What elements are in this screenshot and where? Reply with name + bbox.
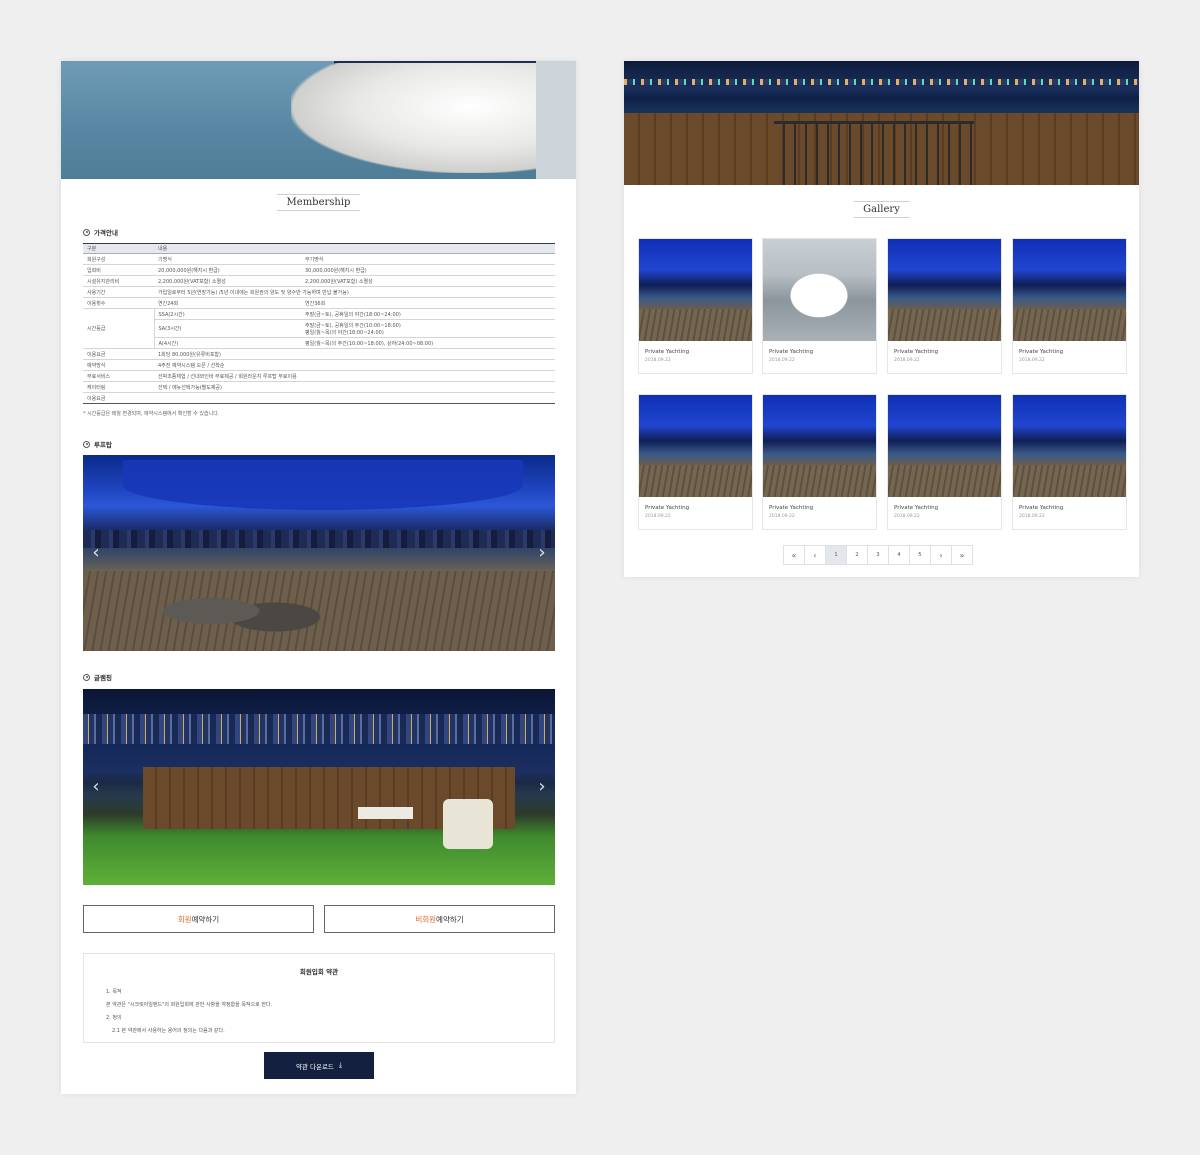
carousel-next-arrow-icon[interactable]: › bbox=[535, 543, 549, 563]
gallery-card-date: 2018.09.22 bbox=[894, 358, 920, 363]
table-row: A(4시간) 평일(월~목)의 주간(10:00~18:00), 상하(24:00… bbox=[83, 337, 555, 349]
glamping-carousel[interactable]: ‹ › bbox=[83, 689, 555, 885]
table-row: 사용기간 가입일로부터 5년(연장가능) /5년 이내에는 회원권의 양도 및 양… bbox=[83, 286, 555, 298]
glamping-section-heading: 글램핑 bbox=[83, 672, 112, 682]
night-deck-hero-image bbox=[624, 61, 1139, 185]
terms-text: 본 약관은 "시크릿아일랜드"의 회원입회에 관한 사항을 약정함을 목적으로 … bbox=[106, 1002, 273, 1008]
gallery-card-title: Private Yachting bbox=[645, 505, 690, 511]
gallery-card-title: Private Yachting bbox=[894, 349, 939, 355]
membership-title: Membership bbox=[276, 194, 361, 211]
gallery-card[interactable]: Private Yachting 2018.09.22 bbox=[887, 394, 1002, 530]
table-row: 무료서비스 선박조종체험 / 선내와인바 무료제공 / 회원라운지 루프탑 무료이… bbox=[83, 370, 555, 382]
carousel-prev-arrow-icon[interactable]: ‹ bbox=[89, 777, 103, 797]
table-row: 시간등급 SSA(2시간) 주말(금~토), 공휴일의 야간(18:00~24:0… bbox=[83, 308, 555, 349]
gallery-card[interactable]: Private Yachting 2018.09.22 bbox=[1012, 238, 1127, 374]
last-page-icon[interactable]: » bbox=[951, 545, 973, 565]
carousel-prev-arrow-icon[interactable]: ‹ bbox=[89, 543, 103, 563]
gallery-thumbnail[interactable] bbox=[639, 239, 752, 341]
gallery-thumbnail[interactable] bbox=[1013, 239, 1126, 341]
terms-text: 2. 정의 bbox=[106, 1015, 122, 1021]
rooftop-section-heading: 루프탑 bbox=[83, 439, 112, 449]
gallery-thumbnail[interactable] bbox=[639, 395, 752, 497]
page-4-button[interactable]: 4 bbox=[888, 545, 910, 565]
terms-title: 회원입회 약관 bbox=[299, 968, 339, 976]
carousel-next-arrow-icon[interactable]: › bbox=[535, 777, 549, 797]
table-row: 이용요금 bbox=[83, 392, 555, 404]
gallery-card[interactable]: Private Yachting 2018.09.22 bbox=[887, 238, 1002, 374]
prev-page-icon[interactable]: ‹ bbox=[804, 545, 826, 565]
terms-box[interactable]: 회원입회 약관 1. 목적 본 약관은 "시크릿아일랜드"의 회원입회에 관한 … bbox=[83, 953, 555, 1043]
price-section-heading: 가격안내 bbox=[83, 227, 118, 237]
page-5-button[interactable]: 5 bbox=[909, 545, 931, 565]
table-row: SA(3시간) 주말(금~토), 공휴일의 주간(10:00~18:00) 평일(… bbox=[83, 319, 555, 338]
terms-text: 1. 목적 bbox=[106, 989, 122, 995]
table-row: 입회비 20,000,000원(해지시 환급) 30,000,000원(해지시 환급… bbox=[83, 264, 555, 276]
membership-panel: Membership 가격안내 구분 내용 회원구성 기명식 무기명식 입회비 20,… bbox=[61, 61, 576, 1094]
gallery-thumbnail[interactable] bbox=[763, 395, 876, 497]
gallery-card-title: Private Yachting bbox=[769, 505, 814, 511]
terms-text: 2.1 본 약관에서 사용하는 용어의 정의는 다음과 같다. bbox=[112, 1028, 225, 1034]
next-page-icon[interactable]: › bbox=[930, 545, 952, 565]
gallery-card[interactable]: Private Yachting 2018.09.22 bbox=[638, 394, 753, 530]
page-3-button[interactable]: 3 bbox=[867, 545, 889, 565]
gallery-panel: Gallery Private Yachting 2018.09.22 Priv… bbox=[624, 61, 1139, 577]
page-1-button[interactable]: 1 bbox=[825, 545, 847, 565]
gallery-thumbnail[interactable] bbox=[1013, 395, 1126, 497]
table-row: 예약방식 4주전 예약시스템 오픈 / 선착순 bbox=[83, 359, 555, 371]
terms-download-button[interactable]: 약관 다운로드 ⤓ bbox=[264, 1052, 374, 1079]
gallery-card-title: Private Yachting bbox=[1019, 505, 1064, 511]
gallery-title: Gallery bbox=[853, 201, 910, 218]
page-2-button[interactable]: 2 bbox=[846, 545, 868, 565]
gallery-card-date: 2018.09.22 bbox=[1019, 358, 1045, 363]
gallery-card-date: 2018.09.22 bbox=[645, 358, 671, 363]
table-row: 시설유지관리비 2,200,000원(VAT포함) 소멸성 2,200,000원(V… bbox=[83, 275, 555, 287]
first-page-icon[interactable]: « bbox=[783, 545, 805, 565]
price-table: 구분 내용 회원구성 기명식 무기명식 입회비 20,000,000원(해지시 환급)… bbox=[83, 243, 555, 404]
table-row: 케이터링 선택 / 메뉴선택가능(별도제공) bbox=[83, 381, 555, 393]
gallery-card-title: Private Yachting bbox=[769, 349, 814, 355]
download-icon: ⤓ bbox=[338, 1061, 343, 1069]
pagination: « ‹ 1 2 3 4 5 › » bbox=[783, 545, 973, 565]
rooftop-carousel[interactable]: ‹ › bbox=[83, 455, 555, 651]
gallery-card-date: 2018.09.22 bbox=[894, 514, 920, 519]
table-note: * 시간등급은 매월 변경되며, 예약시스템에서 확인할 수 있습니다. bbox=[83, 411, 220, 417]
target-icon bbox=[83, 673, 90, 681]
nonmember-reservation-button[interactable]: 비회원 예약하기 bbox=[324, 905, 555, 933]
gallery-thumbnail[interactable] bbox=[763, 239, 876, 341]
gallery-card-date: 2018.09.22 bbox=[1019, 514, 1045, 519]
target-icon bbox=[83, 440, 90, 448]
table-header-row: 구분 내용 bbox=[83, 243, 555, 254]
table-row: 회원구성 기명식 무기명식 bbox=[83, 253, 555, 265]
yacht-hero-image bbox=[61, 61, 576, 179]
table-row: 이용횟수 연간24회 연간36회 bbox=[83, 297, 555, 309]
gallery-thumbnail[interactable] bbox=[888, 395, 1001, 497]
gallery-card-date: 2018.09.22 bbox=[769, 358, 795, 363]
gallery-card[interactable]: Private Yachting 2018.09.22 bbox=[762, 394, 877, 530]
gallery-card[interactable]: Private Yachting 2018.09.22 bbox=[1012, 394, 1127, 530]
gallery-card-title: Private Yachting bbox=[645, 349, 690, 355]
gallery-card-date: 2018.09.22 bbox=[769, 514, 795, 519]
member-reservation-button[interactable]: 회원 예약하기 bbox=[83, 905, 314, 933]
gallery-thumbnail[interactable] bbox=[888, 239, 1001, 341]
gallery-card-date: 2018.09.22 bbox=[645, 514, 671, 519]
target-icon bbox=[83, 228, 90, 236]
table-row: 이용요금 1회당 80,000원(유류비포함) bbox=[83, 348, 555, 360]
gallery-card[interactable]: Private Yachting 2018.09.22 bbox=[638, 238, 753, 374]
gallery-card-title: Private Yachting bbox=[894, 505, 939, 511]
gallery-card-title: Private Yachting bbox=[1019, 349, 1064, 355]
gallery-card[interactable]: Private Yachting 2018.09.22 bbox=[762, 238, 877, 374]
